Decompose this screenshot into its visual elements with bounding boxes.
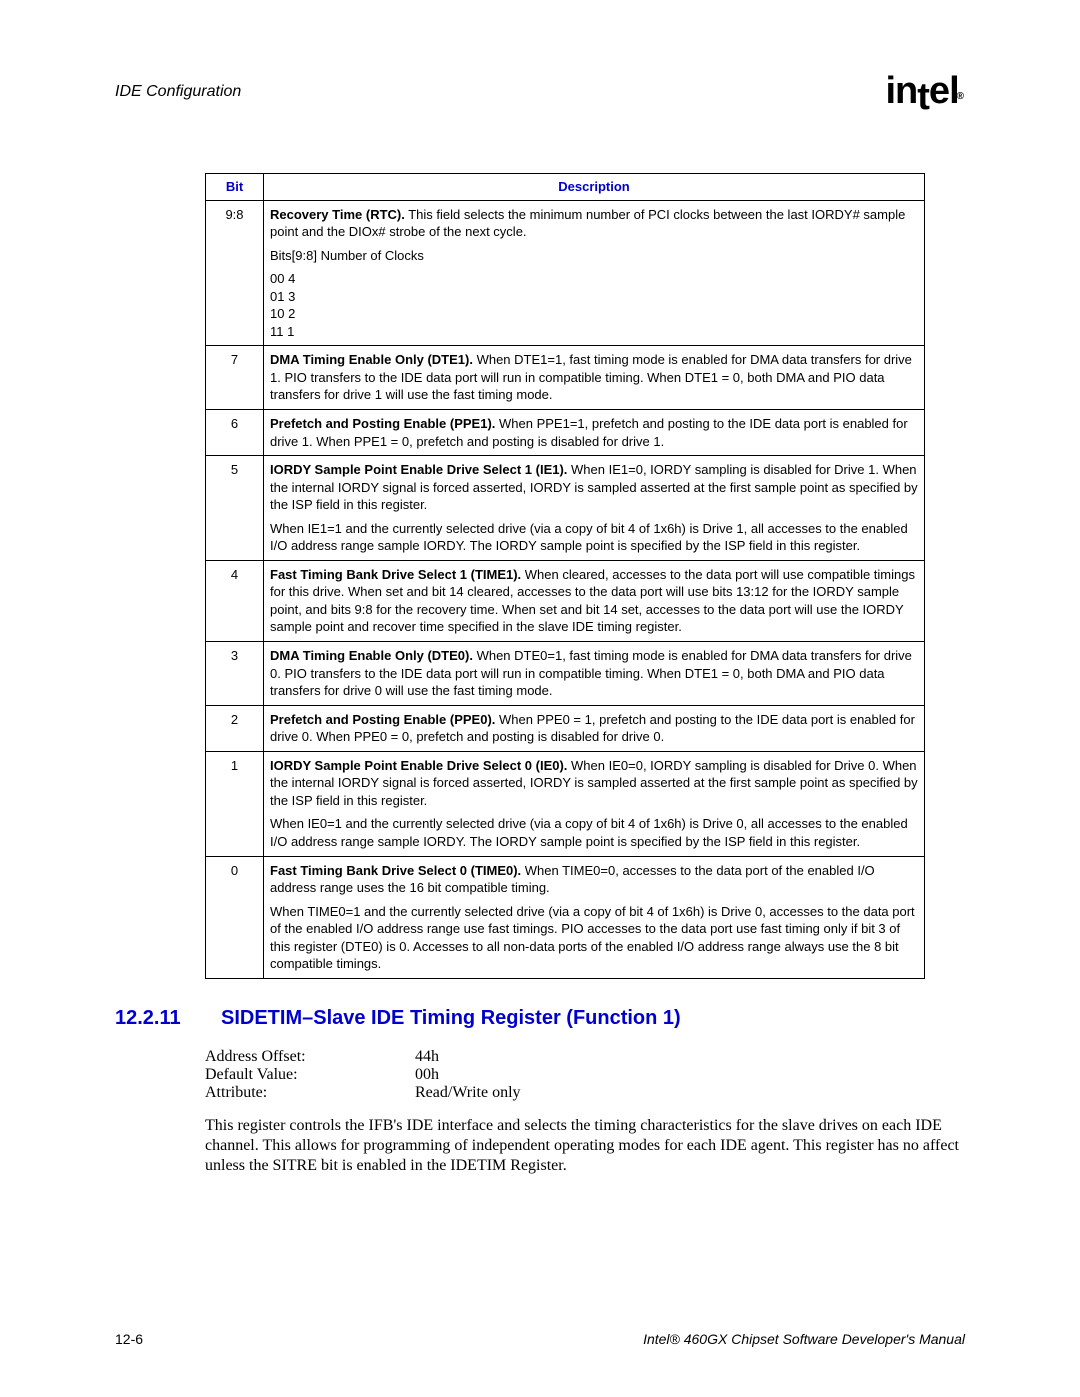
description-paragraph: Fast Timing Bank Drive Select 1 (TIME1).… bbox=[270, 566, 918, 636]
table-header-description: Description bbox=[264, 174, 925, 201]
description-paragraph: Bits[9:8] Number of Clocks bbox=[270, 247, 918, 265]
description-paragraph: DMA Timing Enable Only (DTE0). When DTE0… bbox=[270, 647, 918, 700]
manual-title: Intel® 460GX Chipset Software Developer'… bbox=[643, 1331, 965, 1347]
register-description: This register controls the IFB's IDE int… bbox=[205, 1116, 965, 1176]
table-row: 5IORDY Sample Point Enable Drive Select … bbox=[206, 456, 925, 561]
description-paragraph: Prefetch and Posting Enable (PPE1). When… bbox=[270, 415, 918, 450]
section-number: 12.2.11 bbox=[115, 1007, 193, 1030]
bit-cell: 4 bbox=[206, 560, 264, 641]
description-cell: DMA Timing Enable Only (DTE0). When DTE0… bbox=[264, 642, 925, 706]
description-cell: DMA Timing Enable Only (DTE1). When DTE1… bbox=[264, 346, 925, 410]
table-row: 3DMA Timing Enable Only (DTE0). When DTE… bbox=[206, 642, 925, 706]
description-cell: Fast Timing Bank Drive Select 1 (TIME1).… bbox=[264, 560, 925, 641]
description-paragraph: DMA Timing Enable Only (DTE1). When DTE1… bbox=[270, 351, 918, 404]
bit-description-table: Bit Description 9:8Recovery Time (RTC). … bbox=[205, 173, 925, 979]
description-cell: Prefetch and Posting Enable (PPE0). When… bbox=[264, 705, 925, 751]
table-header-bit: Bit bbox=[206, 174, 264, 201]
intel-logo: intel® bbox=[885, 70, 965, 113]
table-row: 4Fast Timing Bank Drive Select 1 (TIME1)… bbox=[206, 560, 925, 641]
address-offset-value: 44h bbox=[415, 1048, 439, 1066]
table-row: 6Prefetch and Posting Enable (PPE1). Whe… bbox=[206, 410, 925, 456]
attribute-label: Attribute: bbox=[205, 1084, 415, 1102]
description-paragraph: Prefetch and Posting Enable (PPE0). When… bbox=[270, 711, 918, 746]
table-row: 0Fast Timing Bank Drive Select 0 (TIME0)… bbox=[206, 856, 925, 978]
section-title: IDE Configuration bbox=[115, 83, 241, 101]
description-paragraph: IORDY Sample Point Enable Drive Select 0… bbox=[270, 757, 918, 810]
default-value-value: 00h bbox=[415, 1066, 439, 1084]
description-cell: IORDY Sample Point Enable Drive Select 1… bbox=[264, 456, 925, 561]
bit-cell: 3 bbox=[206, 642, 264, 706]
section-heading: 12.2.11 SIDETIM–Slave IDE Timing Registe… bbox=[115, 1007, 965, 1030]
table-row: 1IORDY Sample Point Enable Drive Select … bbox=[206, 751, 925, 856]
bit-cell: 7 bbox=[206, 346, 264, 410]
description-paragraph: When IE1=1 and the currently selected dr… bbox=[270, 520, 918, 555]
bit-cell: 6 bbox=[206, 410, 264, 456]
default-value-label: Default Value: bbox=[205, 1066, 415, 1084]
description-paragraph: Fast Timing Bank Drive Select 0 (TIME0).… bbox=[270, 862, 918, 897]
description-paragraph: Recovery Time (RTC). This field selects … bbox=[270, 206, 918, 241]
bit-cell: 9:8 bbox=[206, 200, 264, 346]
attribute-value: Read/Write only bbox=[415, 1084, 521, 1102]
table-row: 7DMA Timing Enable Only (DTE1). When DTE… bbox=[206, 346, 925, 410]
table-row: 2Prefetch and Posting Enable (PPE0). Whe… bbox=[206, 705, 925, 751]
section-heading-title: SIDETIM–Slave IDE Timing Register (Funct… bbox=[221, 1007, 681, 1030]
description-paragraph: When IE0=1 and the currently selected dr… bbox=[270, 815, 918, 850]
description-cell: Prefetch and Posting Enable (PPE1). When… bbox=[264, 410, 925, 456]
description-paragraph: When TIME0=1 and the currently selected … bbox=[270, 903, 918, 973]
table-row: 9:8Recovery Time (RTC). This field selec… bbox=[206, 200, 925, 346]
bit-cell: 2 bbox=[206, 705, 264, 751]
bit-cell: 0 bbox=[206, 856, 264, 978]
description-cell: Recovery Time (RTC). This field selects … bbox=[264, 200, 925, 346]
bit-cell: 1 bbox=[206, 751, 264, 856]
description-paragraph: IORDY Sample Point Enable Drive Select 1… bbox=[270, 461, 918, 514]
page-number: 12-6 bbox=[115, 1331, 143, 1347]
address-offset-label: Address Offset: bbox=[205, 1048, 415, 1066]
description-cell: IORDY Sample Point Enable Drive Select 0… bbox=[264, 751, 925, 856]
page-footer: 12-6 Intel® 460GX Chipset Software Devel… bbox=[115, 1331, 965, 1347]
description-cell: Fast Timing Bank Drive Select 0 (TIME0).… bbox=[264, 856, 925, 978]
bit-cell: 5 bbox=[206, 456, 264, 561]
register-metadata: Address Offset: 44h Default Value: 00h A… bbox=[205, 1048, 965, 1102]
description-paragraph: 00 401 310 211 1 bbox=[270, 270, 918, 340]
page-header: IDE Configuration intel® bbox=[115, 70, 965, 113]
